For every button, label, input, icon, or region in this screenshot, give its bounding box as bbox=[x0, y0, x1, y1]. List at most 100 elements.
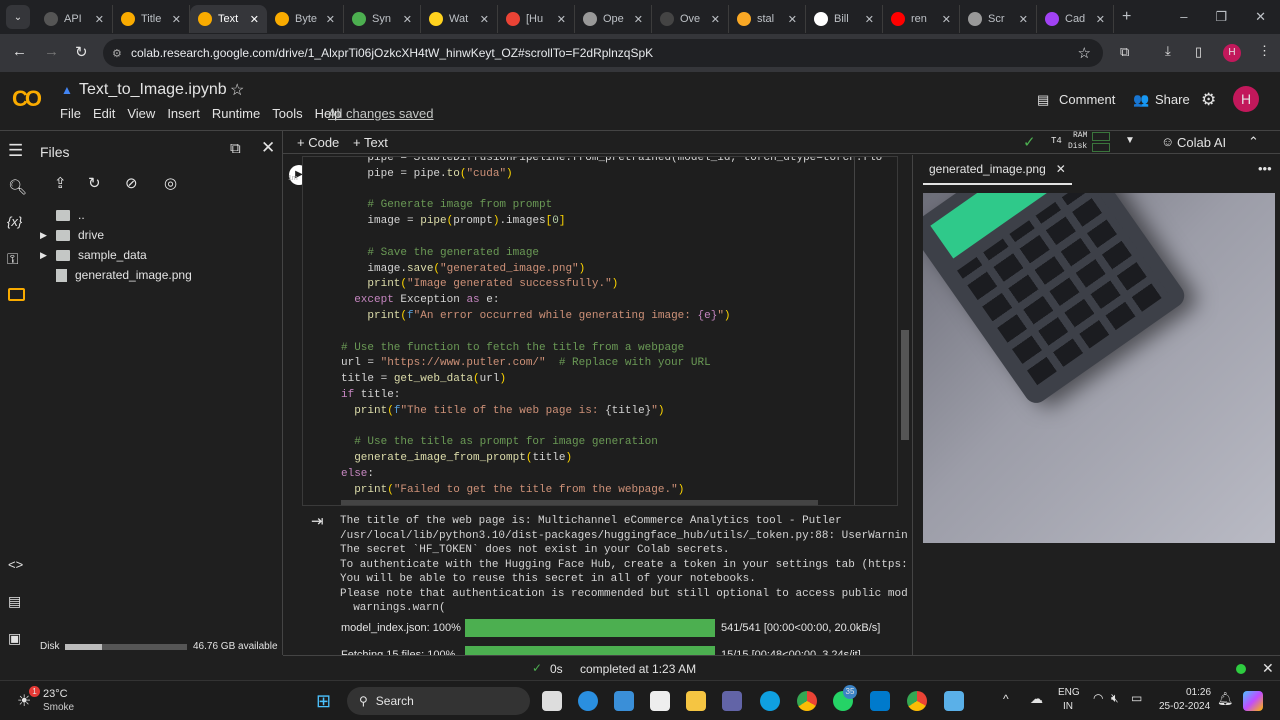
add-code-button[interactable]: + Code bbox=[297, 135, 339, 150]
close-tab-icon[interactable]: ✕ bbox=[634, 13, 643, 26]
upload-icon[interactable]: ⇪ bbox=[54, 174, 67, 192]
region-indicator[interactable]: IN bbox=[1063, 701, 1073, 712]
forward-icon[interactable]: → bbox=[44, 43, 59, 60]
star-icon[interactable]: ☆ bbox=[230, 80, 244, 100]
file-explorer-icon[interactable] bbox=[686, 691, 706, 711]
taskbar-search[interactable]: ⚲ Search bbox=[347, 687, 530, 715]
secrets-key-icon[interactable]: ⚿ bbox=[7, 251, 18, 268]
variables-icon[interactable]: {x} bbox=[7, 214, 22, 229]
notifications-icon[interactable]: 🔔︎ bbox=[1217, 691, 1234, 707]
file-item[interactable]: ▶ drive bbox=[40, 228, 104, 242]
browser-tab[interactable]: Cad ✕ bbox=[1037, 5, 1114, 33]
menu-edit[interactable]: Edit bbox=[93, 106, 115, 121]
close-tab-icon[interactable]: ✕ bbox=[711, 13, 720, 26]
close-tab-icon[interactable]: ✕ bbox=[788, 13, 797, 26]
menu-tools[interactable]: Tools bbox=[272, 106, 302, 121]
completed-time[interactable]: completed at 1:23 AM bbox=[580, 662, 696, 676]
notebook-scrollbar[interactable] bbox=[901, 330, 909, 440]
file-item[interactable]: ▶ sample_data bbox=[40, 248, 147, 262]
browser-tab[interactable]: Title ✕ bbox=[113, 5, 190, 33]
more-options-icon[interactable]: ••• bbox=[1258, 161, 1272, 176]
browser-tab[interactable]: Ope ✕ bbox=[575, 5, 652, 33]
browser-tab[interactable]: Wat ✕ bbox=[421, 5, 498, 33]
close-tab-icon[interactable]: ✕ bbox=[942, 13, 951, 26]
store-icon[interactable] bbox=[650, 691, 670, 711]
expand-arrow-icon[interactable]: ▶ bbox=[40, 250, 47, 261]
bookmark-star-icon[interactable]: ☆ bbox=[1078, 44, 1091, 62]
settings-gear-icon[interactable]: ⚙ bbox=[1201, 90, 1216, 110]
close-tab-icon[interactable]: ✕ bbox=[1056, 162, 1066, 176]
show-hidden-icons[interactable]: ^ bbox=[1003, 692, 1009, 706]
copilot-icon[interactable] bbox=[1243, 691, 1263, 711]
horizontal-scrollbar[interactable] bbox=[341, 500, 818, 505]
table-of-contents-icon[interactable]: ☰ bbox=[8, 141, 23, 161]
windows-start-icon[interactable]: ⊞ bbox=[316, 691, 331, 712]
close-tab-icon[interactable]: ✕ bbox=[1019, 13, 1028, 26]
task-view-icon[interactable] bbox=[542, 691, 562, 711]
close-tab-icon[interactable]: ✕ bbox=[95, 13, 104, 26]
menu-view[interactable]: View bbox=[127, 106, 155, 121]
browser-tab[interactable]: [Hu ✕ bbox=[498, 5, 575, 33]
terminal-icon[interactable]: ▣ bbox=[8, 630, 21, 647]
close-tab-icon[interactable]: ✕ bbox=[557, 13, 566, 26]
colab-ai-button[interactable]: Colab AI bbox=[1177, 135, 1226, 150]
browser-tab[interactable]: Syn ✕ bbox=[344, 5, 421, 33]
menu-file[interactable]: File bbox=[60, 106, 81, 121]
help-app-icon[interactable] bbox=[578, 691, 598, 711]
refresh-folder-icon[interactable]: ↻ bbox=[88, 174, 101, 192]
notebook-title[interactable]: Text_to_Image.ipynb bbox=[79, 81, 227, 99]
open-in-tab-icon[interactable]: ⧉ bbox=[230, 140, 241, 157]
files-folder-icon[interactable] bbox=[8, 288, 25, 301]
teams-icon[interactable] bbox=[722, 691, 742, 711]
battery-icon[interactable]: ▭ bbox=[1131, 691, 1142, 705]
close-tab-icon[interactable]: ✕ bbox=[326, 13, 335, 26]
command-palette-icon[interactable]: ▤ bbox=[8, 593, 21, 610]
browser-tab[interactable]: API ✕ bbox=[36, 5, 113, 33]
close-tab-icon[interactable]: ✕ bbox=[480, 13, 489, 26]
browser-tab[interactable]: Byte ✕ bbox=[267, 5, 344, 33]
exec-duration[interactable]: 0s bbox=[550, 662, 563, 676]
mylo-app-icon[interactable] bbox=[614, 691, 634, 711]
hide-files-icon[interactable]: ◎ bbox=[164, 174, 177, 192]
save-status[interactable]: All changes saved bbox=[328, 106, 434, 121]
language-indicator[interactable]: ENG bbox=[1058, 687, 1080, 698]
close-tab-icon[interactable]: ✕ bbox=[403, 13, 412, 26]
maximize-button[interactable]: ❐ bbox=[1215, 9, 1227, 25]
menu-runtime[interactable]: Runtime bbox=[212, 106, 260, 121]
clock-date[interactable]: 25-02-2024 bbox=[1159, 701, 1210, 712]
add-text-button[interactable]: + Text bbox=[353, 135, 388, 150]
site-info-icon[interactable]: ⚙ bbox=[112, 47, 122, 60]
close-panel-icon[interactable]: ✕ bbox=[261, 138, 275, 158]
collapse-icon[interactable]: ⌃ bbox=[1248, 134, 1259, 150]
menu-insert[interactable]: Insert bbox=[167, 106, 200, 121]
tab-search-button[interactable]: ⌄ bbox=[6, 5, 30, 29]
profile-avatar[interactable]: H bbox=[1223, 44, 1241, 62]
wifi-icon[interactable]: ◠ bbox=[1093, 691, 1103, 705]
browser-tab[interactable]: Ove ✕ bbox=[652, 5, 729, 33]
browser-tab[interactable]: stal ✕ bbox=[729, 5, 806, 33]
code-cell[interactable]: pipe = StableDiffusionPipeline.from_pret… bbox=[302, 156, 898, 506]
browser-tab[interactable]: ren ✕ bbox=[883, 5, 960, 33]
image-tab[interactable]: generated_image.png ✕ bbox=[923, 155, 1072, 185]
notepad-icon[interactable] bbox=[944, 691, 964, 711]
ram-graph[interactable] bbox=[1092, 132, 1110, 141]
extensions-icon[interactable]: ⧉ bbox=[1120, 44, 1129, 60]
volume-muted-icon[interactable]: 🔇︎ bbox=[1111, 691, 1119, 706]
browser-tab[interactable]: Scr ✕ bbox=[960, 5, 1037, 33]
chrome-profile-icon[interactable] bbox=[907, 691, 927, 711]
share-button[interactable]: Share bbox=[1155, 92, 1190, 107]
close-status-icon[interactable]: ✕ bbox=[1262, 660, 1274, 677]
comment-button[interactable]: Comment bbox=[1059, 92, 1115, 107]
new-tab-button[interactable]: + bbox=[1122, 8, 1131, 26]
code-snippets-icon[interactable]: <> bbox=[8, 557, 23, 572]
close-window-button[interactable]: ✕ bbox=[1255, 9, 1266, 25]
browser-menu-icon[interactable]: ⋮ bbox=[1258, 43, 1271, 59]
download-icon[interactable]: ⤓ bbox=[1165, 43, 1171, 59]
expand-arrow-icon[interactable]: ▶ bbox=[40, 230, 47, 241]
file-item[interactable]: .. bbox=[56, 208, 85, 222]
side-panel-icon[interactable]: ▯ bbox=[1195, 44, 1202, 60]
minimize-button[interactable]: – bbox=[1180, 9, 1187, 25]
chrome-icon[interactable] bbox=[797, 691, 817, 711]
runtime-type[interactable]: T4 bbox=[1051, 136, 1062, 146]
disk-graph[interactable] bbox=[1092, 143, 1110, 152]
